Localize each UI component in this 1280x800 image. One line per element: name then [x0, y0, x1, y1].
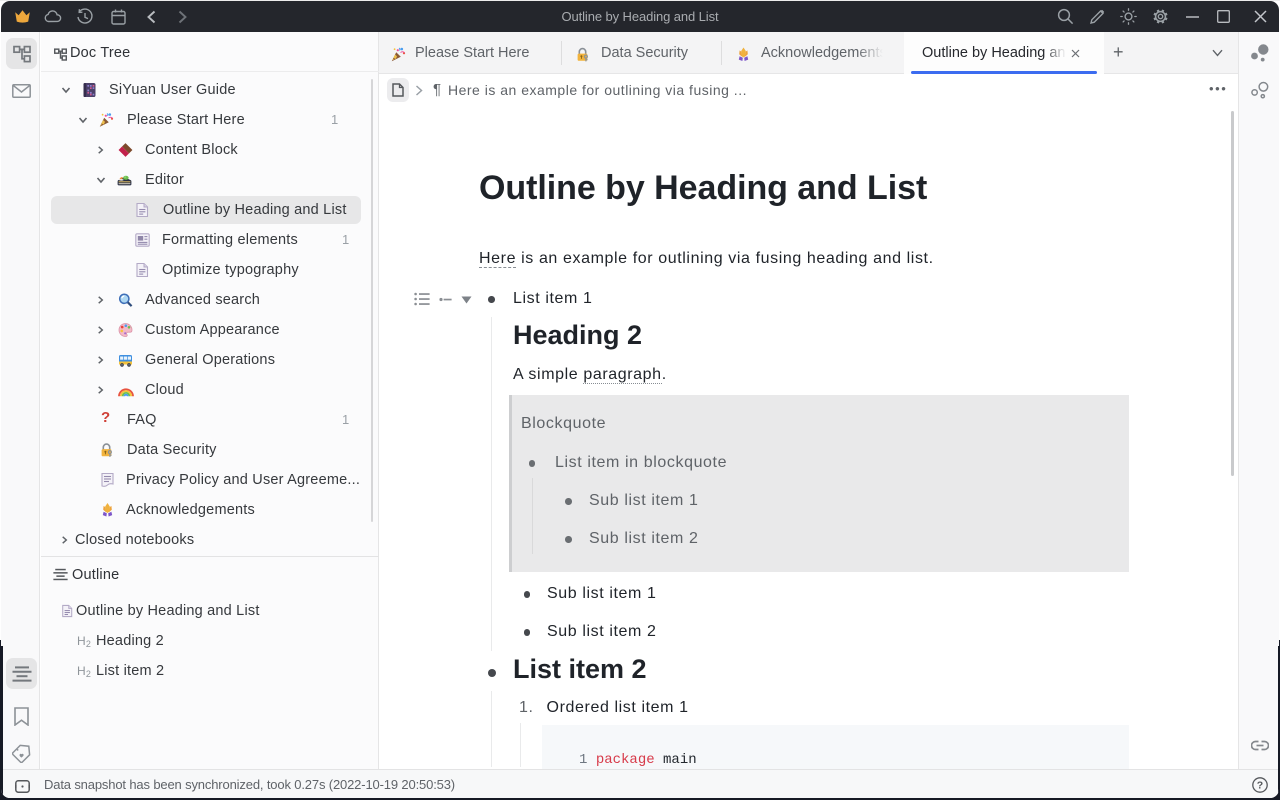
svg-text:?: ?	[1257, 780, 1263, 792]
